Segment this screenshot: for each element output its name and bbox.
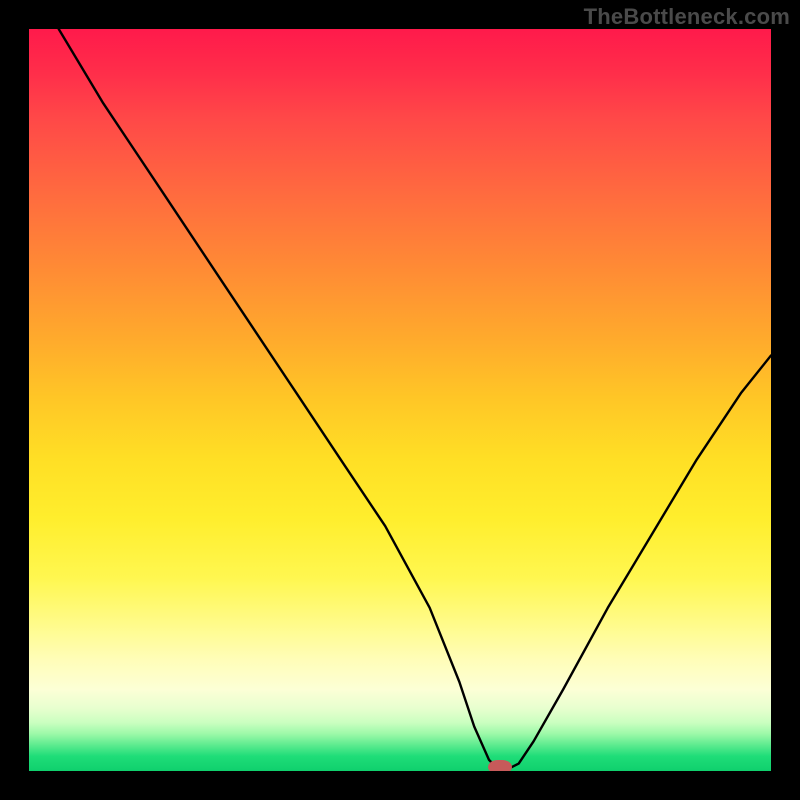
min-marker [488, 760, 512, 771]
curve-line [29, 29, 771, 771]
plot-area [29, 29, 771, 771]
watermark-text: TheBottleneck.com [584, 4, 790, 30]
chart-frame: TheBottleneck.com [0, 0, 800, 800]
